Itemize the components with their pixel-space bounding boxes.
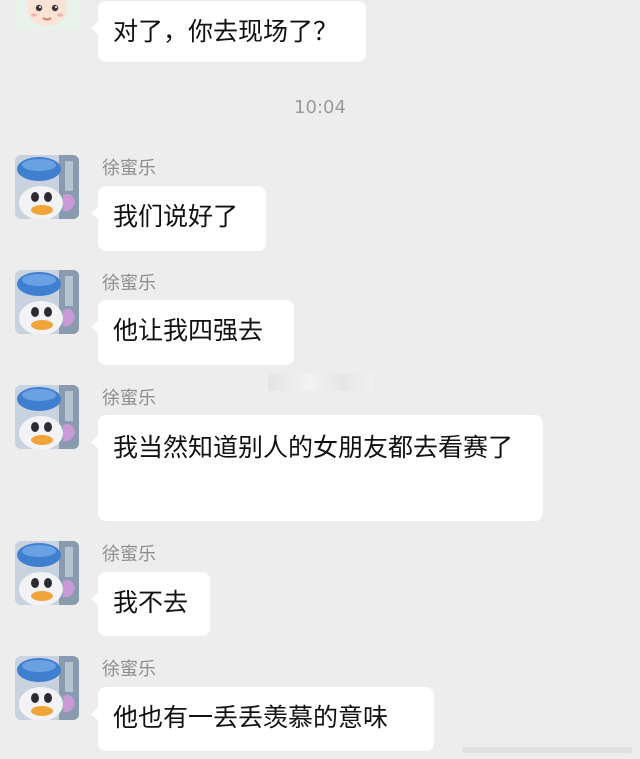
cartoon-avatar-icon	[15, 0, 79, 30]
timestamp: 10:04	[294, 97, 346, 118]
sender-name: 徐蜜乐	[102, 544, 156, 565]
sender-avatar[interactable]	[15, 270, 79, 334]
duck-avatar-icon	[15, 155, 79, 219]
sender-name: 徐蜜乐	[102, 158, 156, 179]
message-text: 我不去	[113, 588, 189, 617]
message-text: 我当然知道别人的女朋友都去看赛了	[113, 433, 514, 462]
sender-avatar[interactable]	[15, 385, 79, 449]
sender-name: 徐蜜乐	[102, 273, 156, 294]
message-text: 他也有一丢丢羡慕的意味	[113, 703, 389, 732]
redacted-area	[268, 373, 374, 391]
sender-name: 徐蜜乐	[102, 659, 156, 680]
watermark	[462, 740, 632, 753]
message-bubble[interactable]: 他让我四强去	[91, 300, 294, 365]
duck-avatar-icon	[15, 656, 79, 720]
message-bubble[interactable]: 我当然知道别人的女朋友都去看赛了	[91, 415, 543, 521]
message-bubble[interactable]: 对了，你去现场了？	[91, 1, 366, 62]
duck-avatar-icon	[15, 270, 79, 334]
message-text: 他让我四强去	[113, 316, 264, 345]
message-bubble[interactable]: 我们说好了	[91, 186, 266, 251]
sender-avatar[interactable]	[15, 155, 79, 219]
duck-avatar-icon	[15, 385, 79, 449]
watermark-icon	[462, 747, 632, 753]
sender-avatar[interactable]	[15, 656, 79, 720]
sender-avatar[interactable]	[15, 541, 79, 605]
duck-avatar-icon	[15, 541, 79, 605]
message-text: 我们说好了	[113, 202, 239, 231]
message-bubble[interactable]: 他也有一丢丢羡慕的意味	[91, 687, 434, 751]
message-bubble[interactable]: 我不去	[91, 572, 210, 636]
sender-name: 徐蜜乐	[102, 388, 156, 409]
user-avatar[interactable]	[15, 0, 79, 30]
message-text: 对了，你去现场了？	[113, 17, 339, 46]
